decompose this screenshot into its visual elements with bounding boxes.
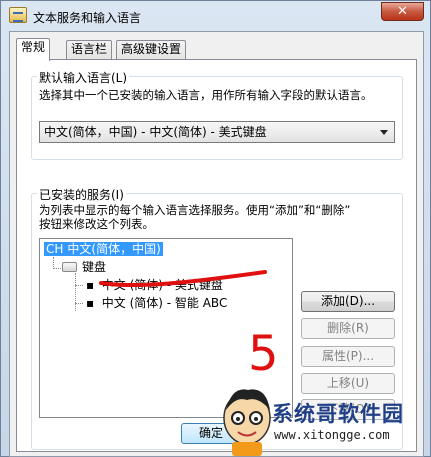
window-title: 文本服务和输入语言: [33, 11, 142, 25]
tree-item-smart-abc[interactable]: ▪ 中文 (简体) - 智能 ABC: [86, 295, 227, 311]
default-language-description: 选择其中一个已安装的输入语言，用作所有输入字段的默认语言。: [39, 88, 373, 102]
tree-item-label: 中文 (简体) - 智能 ABC: [101, 296, 228, 310]
watermark-brand: 系统哥软件园: [272, 402, 404, 426]
site-watermark: 系统哥软件园 www.xitongge.com: [210, 384, 431, 457]
tab-general[interactable]: 常规: [16, 38, 51, 61]
installed-services-description-2: 按钮来修改这个列表。: [39, 217, 154, 231]
language-code-badge: CH: [44, 242, 66, 256]
language-name: 中文(简体，中国): [65, 242, 163, 256]
close-button[interactable]: ✕: [381, 2, 424, 21]
default-language-select[interactable]: 中文(简体，中国) - 中文(简体) - 美式键盘: [39, 121, 395, 143]
add-button[interactable]: 添加(D)...: [301, 291, 395, 312]
title-bar[interactable]: 文本服务和输入语言 ✕: [1, 1, 430, 31]
tree-item-label: 中文 (简体) - 美式键盘: [101, 278, 223, 292]
default-language-select-value: 中文(简体，中国) - 中文(简体) - 美式键盘: [44, 125, 267, 139]
tree-item-us-keyboard[interactable]: ▪ 中文 (简体) - 美式键盘: [86, 277, 223, 293]
chevron-down-icon: [380, 130, 388, 135]
properties-button[interactable]: 属性(P)...: [301, 346, 395, 367]
default-language-label: 默认输入语言(L): [37, 69, 130, 86]
tree-language-node[interactable]: CH 中文(简体，中国): [44, 241, 163, 257]
remove-button[interactable]: 删除(R): [301, 318, 395, 339]
tree-connector: [75, 303, 83, 304]
tree-connector: [75, 273, 76, 311]
text-services-icon: [9, 7, 27, 23]
keyboard-icon: [62, 262, 77, 272]
tab-language-bar[interactable]: 语言栏: [66, 40, 113, 59]
mascot-logo-icon: [223, 389, 271, 456]
tab-advanced-key-settings[interactable]: 高级键设置: [116, 40, 187, 59]
tree-category-keyboard[interactable]: 键盘: [82, 259, 106, 275]
tree-connector: [53, 268, 61, 269]
watermark-url: www.xitongge.com: [274, 428, 390, 442]
installed-services-description-1: 为列表中显示的每个输入语言选择服务。使用“添加”和“删除”: [39, 203, 351, 217]
installed-services-label: 已安装的服务(I): [37, 186, 126, 203]
tree-connector: [75, 285, 83, 286]
